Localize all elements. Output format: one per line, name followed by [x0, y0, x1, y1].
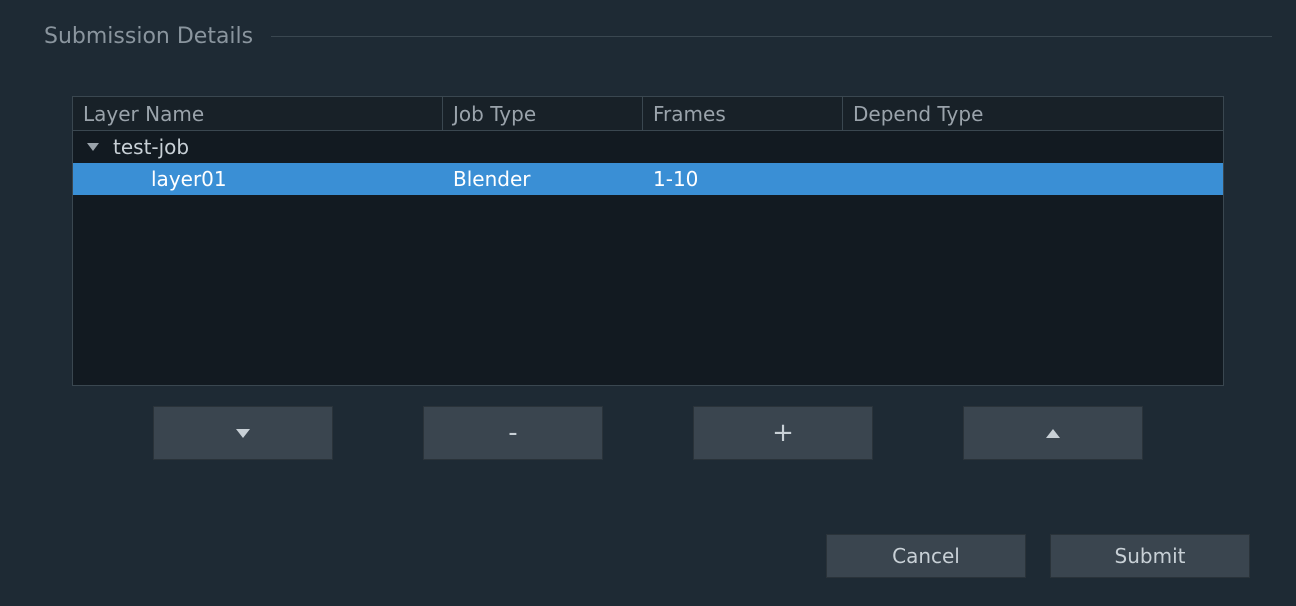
- minus-icon: -: [508, 418, 517, 448]
- column-header-depend[interactable]: Depend Type: [843, 97, 1223, 130]
- submit-button[interactable]: Submit: [1050, 534, 1250, 578]
- table-row[interactable]: test-job: [73, 131, 1223, 163]
- table-body: test-job layer01 Blender 1-10: [73, 131, 1223, 385]
- layer-toolbar: - +: [72, 406, 1224, 460]
- plus-icon: +: [772, 418, 794, 448]
- section-title: Submission Details: [36, 24, 261, 49]
- column-header-frames[interactable]: Frames: [643, 97, 843, 130]
- row-name: layer01: [151, 167, 227, 191]
- table-row[interactable]: layer01 Blender 1-10: [73, 163, 1223, 195]
- triangle-up-icon: [1046, 429, 1060, 438]
- layer-table-container: Layer Name Job Type Frames Depend Type t…: [72, 96, 1224, 386]
- cancel-button[interactable]: Cancel: [826, 534, 1026, 578]
- cell-frames: [643, 131, 843, 163]
- cell-depend: [843, 163, 1223, 195]
- row-name: test-job: [113, 135, 189, 159]
- cell-layer-name[interactable]: layer01: [73, 163, 443, 195]
- cell-job-type: Blender: [443, 163, 643, 195]
- layer-table: Layer Name Job Type Frames Depend Type t…: [72, 96, 1224, 386]
- move-up-button[interactable]: [963, 406, 1143, 460]
- submission-details-section: Submission Details Layer Name Job Type F…: [24, 20, 1272, 460]
- column-header-layer-name[interactable]: Layer Name: [73, 97, 443, 130]
- table-header-row: Layer Name Job Type Frames Depend Type: [73, 97, 1223, 131]
- section-header: Submission Details: [24, 20, 1272, 52]
- add-button[interactable]: +: [693, 406, 873, 460]
- cell-layer-name[interactable]: test-job: [73, 131, 443, 163]
- cell-depend: [843, 131, 1223, 163]
- column-header-job-type[interactable]: Job Type: [443, 97, 643, 130]
- move-down-button[interactable]: [153, 406, 333, 460]
- triangle-down-icon: [236, 429, 250, 438]
- dialog-button-row: Cancel Submit: [826, 534, 1250, 578]
- cell-frames: 1-10: [643, 163, 843, 195]
- remove-button[interactable]: -: [423, 406, 603, 460]
- cell-job-type: [443, 131, 643, 163]
- expand-collapse-icon[interactable]: [87, 143, 99, 151]
- section-divider: [271, 36, 1272, 37]
